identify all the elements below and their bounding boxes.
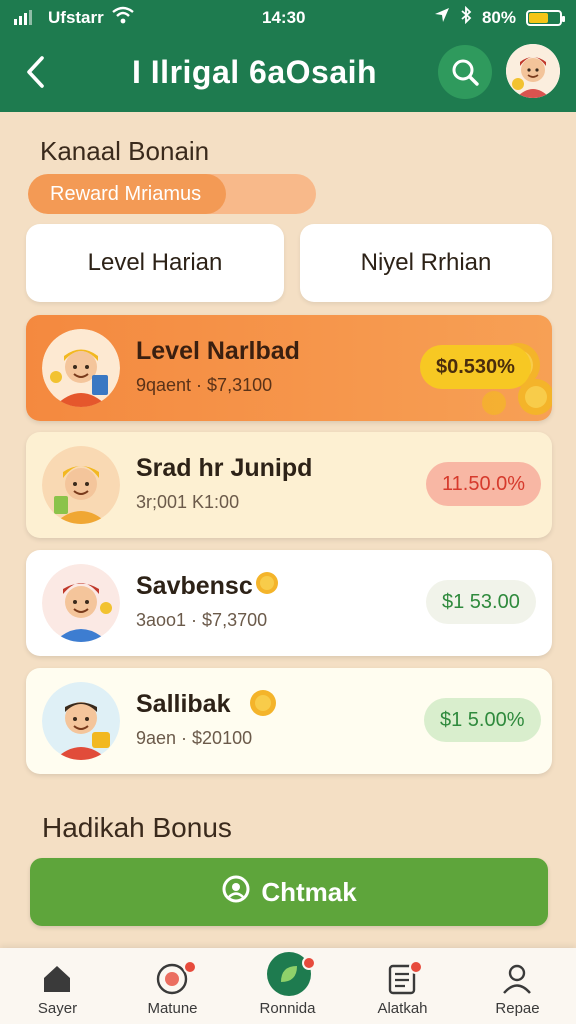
nav-item-alatkah[interactable]: Alatkah [345, 948, 460, 1024]
signal-icon [14, 10, 32, 25]
card-sub: 9qaent · $7,3100 [136, 375, 273, 395]
avatar [42, 564, 120, 642]
card-sub: 9aen · $20100 [136, 728, 253, 748]
card-value: $1 5.00% [424, 698, 541, 742]
claim-button[interactable]: Chtmak [30, 858, 548, 926]
card-name: Sallibak [136, 690, 231, 718]
search-icon [452, 59, 479, 86]
bottom-nav: Sayer Matune Ronnida Alatkah Repae [0, 948, 576, 1024]
nav-item-matune[interactable]: Matune [115, 948, 230, 1024]
home-icon [40, 962, 74, 996]
battery-icon [526, 9, 565, 26]
card-name: Srad hr Junipd [136, 454, 313, 482]
coin-icon [248, 688, 278, 723]
card-value: $1 53.00 [426, 580, 536, 624]
search-button[interactable] [438, 45, 492, 99]
leaderboard-card-1[interactable]: Level Narlbad 9qaent · $7,3100 $0.530% [26, 315, 552, 421]
nav-label: Sayer [37, 1000, 78, 1017]
reward-pill[interactable]: Reward Mriamus [28, 174, 316, 214]
page-title: I Ilrigal 6aOsaih [132, 54, 378, 90]
avatar [42, 329, 120, 407]
tab-niyel-rrhian[interactable]: Niyel Rrhian [300, 224, 552, 302]
profile-avatar[interactable] [506, 44, 560, 98]
location-icon [434, 7, 450, 28]
status-bar: Ufstarr 14:30 80% [0, 0, 576, 36]
nav-label: Matune [147, 1000, 198, 1017]
card-sub: 3r;001 K1:00 [136, 492, 240, 512]
nav-label: Repae [495, 1000, 540, 1017]
card-value: $0.530% [420, 345, 531, 389]
nav-item-ronnida[interactable]: Ronnida [230, 948, 345, 1024]
app-bar: Ufstarr 14:30 80% I Ilrigal 6aOsaih [0, 0, 576, 112]
card-value: 11.50.0% [426, 462, 542, 506]
avatar [42, 446, 120, 524]
wifi-icon [112, 6, 134, 29]
nav-label: Alatkah [377, 1000, 428, 1017]
tab-level-harian[interactable]: Level Harian [26, 224, 284, 302]
avatar [42, 682, 120, 760]
claim-button-label: Chtmak [261, 876, 357, 907]
back-button[interactable] [22, 54, 52, 90]
leaderboard-card-2[interactable]: Srad hr Junipd 3r;001 K1:00 11.50.0% [26, 432, 552, 538]
bluetooth-icon [460, 5, 472, 29]
user-icon [500, 962, 534, 996]
coin-icon [254, 570, 280, 601]
status-time: 14:30 [262, 8, 306, 27]
battery-percent: 80% [481, 7, 516, 27]
carrier-label: Ufstarr [48, 8, 104, 27]
card-sub: 3aoo1 · $7,3700 [136, 610, 268, 630]
section-title-hadikah: Hadikah Bonus [42, 812, 232, 843]
reward-pill-label: Reward Mriamus [50, 183, 202, 205]
nav-label: Ronnida [259, 1000, 316, 1017]
nav-item-sayer[interactable]: Sayer [0, 948, 115, 1024]
card-name: Savbensc [136, 572, 253, 600]
chevron-left-icon [27, 56, 44, 88]
leaderboard-card-3[interactable]: Savbensc 3aoo1 · $7,3700 $1 53.00 [26, 550, 552, 656]
leaderboard-card-4[interactable]: Sallibak 9aen · $20100 $1 5.00% [26, 668, 552, 774]
card-name: Level Narlbad [136, 337, 300, 365]
nav-item-repae[interactable]: Repae [460, 948, 575, 1024]
section-title-kanaal: Kanaal Bonain [40, 136, 210, 166]
gift-icon [221, 874, 251, 911]
